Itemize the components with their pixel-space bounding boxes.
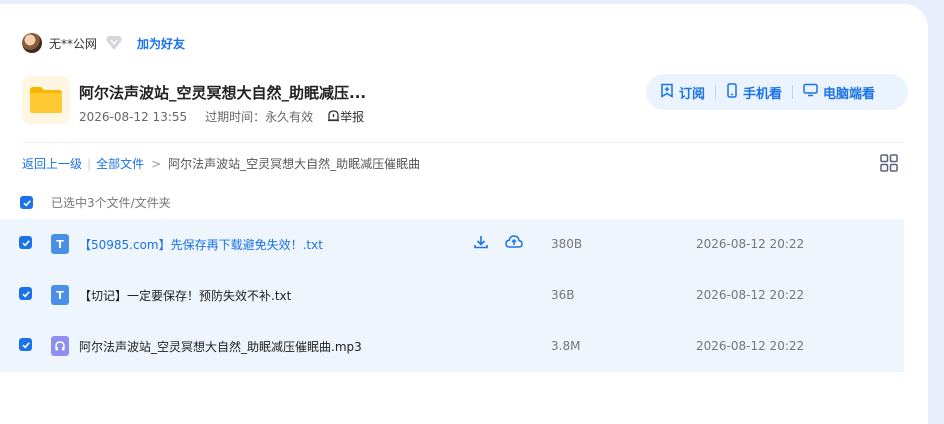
file-list: T 【50985.com】先保存再下载避免失效！.txt 380B 2026-0… xyxy=(0,219,904,372)
share-date: 2026-08-12 13:55 xyxy=(79,109,188,124)
pc-view-button[interactable]: 电脑端看 xyxy=(803,83,875,102)
user-row: 无**公网 加为好友 xyxy=(22,32,185,54)
all-files-link[interactable]: 全部文件 xyxy=(96,155,144,172)
file-checkbox[interactable] xyxy=(19,236,32,249)
breadcrumb-chevron-icon: > xyxy=(151,156,162,171)
expire-text: 过期时间：永久有效 xyxy=(205,110,314,124)
action-bar: 订阅 手机看 电脑端看 xyxy=(646,74,908,110)
file-checkbox[interactable] xyxy=(19,287,32,300)
file-size: 3.8M xyxy=(551,339,581,353)
share-title: 阿尔法声波站_空灵冥想大自然_助眠减压... xyxy=(79,84,367,102)
file-size: 36B xyxy=(551,288,575,302)
file-date: 2026-08-12 20:22 xyxy=(696,288,805,302)
username: 无**公网 xyxy=(49,36,98,51)
file-name[interactable]: 【切记】一定要保存！预防失效不补.txt xyxy=(79,287,291,304)
file-name[interactable]: 【50985.com】先保存再下载避免失效！.txt xyxy=(79,236,323,253)
headphones-icon xyxy=(51,336,69,356)
report-label: 举报 xyxy=(340,110,365,124)
select-all-checkbox[interactable] xyxy=(20,196,33,209)
diamond-icon xyxy=(105,34,123,52)
page-margin xyxy=(930,0,944,420)
breadcrumb-separator: | xyxy=(87,156,92,171)
back-link[interactable]: 返回上一级 xyxy=(22,155,82,172)
row-actions xyxy=(473,234,523,250)
breadcrumb: 返回上一级 | 全部文件 > 阿尔法声波站_空灵冥想大自然_助眠减压催眠曲 xyxy=(22,155,420,172)
file-row[interactable]: T 【50985.com】先保存再下载避免失效！.txt 380B 2026-0… xyxy=(0,219,904,270)
report-link[interactable]: 举报 xyxy=(327,108,364,125)
share-meta: 2026-08-12 13:55 过期时间：永久有效 举报 xyxy=(79,108,364,125)
file-date: 2026-08-12 20:22 xyxy=(696,339,805,353)
file-size: 380B xyxy=(551,237,583,251)
grid-view-icon[interactable] xyxy=(880,154,898,172)
current-folder: 阿尔法声波站_空灵冥想大自然_助眠减压催眠曲 xyxy=(168,157,421,171)
share-card: 无**公网 加为好友 阿尔法声波站_空灵冥想大自然_助眠减压... 2026-0… xyxy=(0,4,928,424)
pc-label: 电脑端看 xyxy=(823,86,876,102)
mobile-label: 手机看 xyxy=(743,86,783,102)
file-row[interactable]: 阿尔法声波站_空灵冥想大自然_助眠减压催眠曲.mp3 3.8M 2026-08-… xyxy=(0,321,904,372)
monitor-icon xyxy=(803,83,823,101)
divider xyxy=(715,85,717,99)
report-icon xyxy=(327,109,340,125)
bookmark-plus-icon xyxy=(660,83,679,102)
file-name[interactable]: 阿尔法声波站_空灵冥想大自然_助眠减压催眠曲.mp3 xyxy=(79,338,362,355)
download-icon[interactable] xyxy=(473,234,489,250)
file-date: 2026-08-12 20:22 xyxy=(696,237,805,251)
avatar[interactable] xyxy=(22,33,42,53)
subscribe-label: 订阅 xyxy=(679,86,706,102)
txt-file-icon: T xyxy=(51,234,69,254)
selection-count: 已选中3个文件/文件夹 xyxy=(51,196,171,210)
divider xyxy=(792,85,794,99)
file-row[interactable]: T 【切记】一定要保存！预防失效不补.txt 36B 2026-08-12 20… xyxy=(0,270,904,321)
txt-file-icon: T xyxy=(51,285,69,305)
cloud-save-icon[interactable] xyxy=(505,234,523,250)
file-checkbox[interactable] xyxy=(19,338,32,351)
add-friend-link[interactable]: 加为好友 xyxy=(137,35,185,52)
subscribe-button[interactable]: 订阅 xyxy=(660,83,705,102)
select-all-row: 已选中3个文件/文件夹 xyxy=(20,194,171,211)
mobile-view-button[interactable]: 手机看 xyxy=(726,82,783,102)
folder-icon xyxy=(22,76,70,124)
header-divider xyxy=(22,142,904,143)
phone-icon xyxy=(726,82,743,102)
